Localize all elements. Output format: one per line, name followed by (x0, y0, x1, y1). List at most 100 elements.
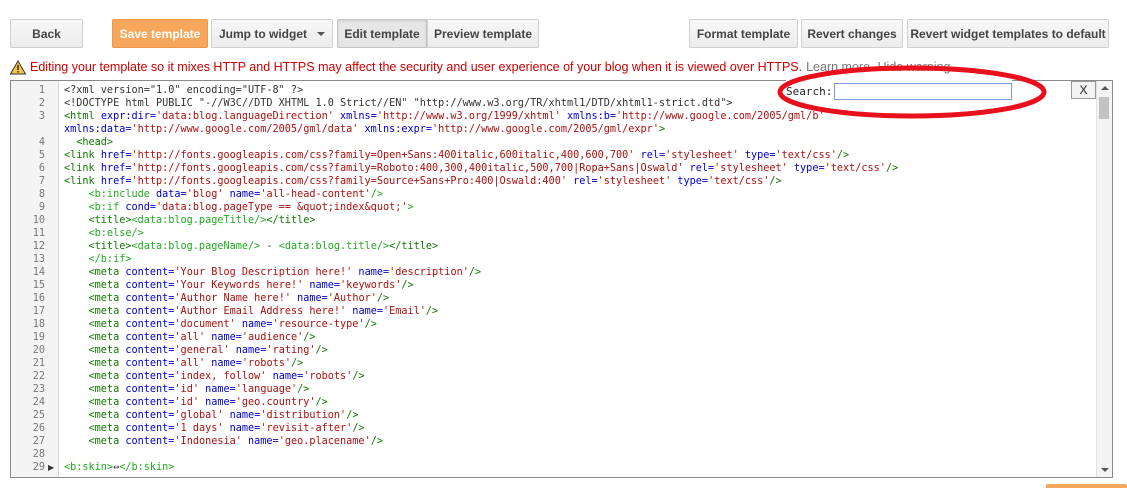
code-token: <data:blog.pageName/> (131, 241, 261, 252)
code-token: 'text/css' (775, 150, 837, 161)
line-number: 24 (32, 397, 45, 408)
line-number: 12 (32, 241, 45, 252)
back-button[interactable]: Back (10, 19, 83, 48)
code-token: 'Author Name here!' (174, 293, 291, 304)
line-number: 28 (32, 449, 45, 460)
code-token: cond= (125, 202, 157, 213)
code-token: content= (125, 358, 175, 369)
code-token: - (260, 241, 279, 252)
code-token: 'general' (174, 345, 230, 356)
code-token: type= (738, 150, 776, 161)
code-token: 'geo.country' (235, 397, 316, 408)
code-line: <b:include data='blog' name='all-head-co… (64, 188, 383, 201)
line-number: 20 (32, 345, 45, 356)
scroll-thumb[interactable] (1099, 97, 1109, 119)
code-token: 'http://fonts.googleapis.com/css?family=… (131, 176, 567, 187)
code-token: type= (787, 163, 825, 174)
jump-to-widget-dropdown[interactable]: Jump to widget (211, 19, 333, 48)
code-token: 'rating' (266, 345, 316, 356)
code-token: 'blog' (186, 189, 224, 200)
code-token: name= (352, 267, 390, 278)
scroll-down-icon[interactable] (1101, 468, 1109, 472)
code-line: <b:skin>↔</b:skin> (64, 461, 174, 474)
code-token: name= (346, 306, 383, 317)
code-token: /> (370, 189, 383, 200)
code-token: href= (100, 150, 132, 161)
code-line: <?xml version="1.0" encoding="UTF-8" ?> (64, 84, 303, 97)
revert-changes-button[interactable]: Revert changes (801, 19, 903, 48)
code-token: content= (125, 345, 175, 356)
code-token: <meta (64, 358, 126, 369)
code-token: content= (125, 384, 175, 395)
code-token: > (658, 124, 666, 135)
template-code-editor[interactable]: <?xml version="1.0" encoding="UTF-8" ?> <… (10, 80, 1113, 478)
partial-orange-button[interactable] (1046, 484, 1127, 488)
code-token: <b:else/> (64, 228, 144, 239)
line-number: 1 (38, 85, 45, 96)
code-token: /> (370, 436, 383, 447)
code-line: <title><data:blog.pageName/> - <data:blo… (64, 240, 439, 253)
code-token: name= (290, 293, 328, 304)
line-number: 14 (32, 267, 45, 278)
save-template-button[interactable]: Save template (112, 19, 208, 48)
code-token: 'id' (174, 397, 199, 408)
code-token: name= (303, 280, 341, 291)
code-token: 'Your Blog Description here!' (174, 267, 353, 278)
fold-arrow-icon[interactable]: ▶ (48, 461, 56, 474)
code-token: /> (290, 358, 304, 369)
code-token: /> (401, 280, 414, 291)
line-number: 2 (38, 98, 45, 109)
jump-to-widget-label: Jump to widget (219, 26, 307, 41)
code-token: 'robots' (303, 371, 353, 382)
line-number: 17 (32, 306, 45, 317)
code-token: </title> (266, 215, 316, 226)
code-token: <meta (64, 267, 126, 278)
code-token: 'robots' (241, 358, 291, 369)
code-token: 'http://www.w3.org/1999/xhtml' (376, 111, 561, 122)
line-number: 26 (32, 423, 45, 434)
code-line: <html expr:dir='data:blog.languageDirect… (64, 110, 825, 123)
code-token: 'http://www.google.com/2005/gml/data' (131, 124, 359, 135)
code-token: name= (223, 189, 261, 200)
learn-more-link[interactable]: Learn more. (806, 60, 873, 74)
code-token: href= (100, 163, 132, 174)
edit-template-button[interactable]: Edit template (337, 19, 427, 48)
line-number: 19 (32, 332, 45, 343)
code-line: <meta content='Author Name here!' name='… (64, 292, 390, 305)
code-line: <meta content='general' name='rating'/> (64, 344, 328, 357)
scroll-up-icon[interactable] (1101, 86, 1109, 90)
code-token: <meta (64, 384, 126, 395)
code-token: /> (425, 306, 439, 317)
line-number: 25 (32, 410, 45, 421)
code-token: 'stylesheet' (597, 176, 672, 187)
code-token: 'stylesheet' (714, 163, 788, 174)
https-warning: Editing your template so it mixes HTTP a… (10, 58, 950, 76)
revert-widgets-button[interactable]: Revert widget templates to default (907, 19, 1109, 48)
code-line: <meta content='id' name='geo.country'/> (64, 396, 328, 409)
code-line: <title><data:blog.pageTitle/></title> (64, 214, 316, 227)
code-token: <b:include (64, 189, 157, 200)
line-number: 15 (32, 280, 45, 291)
editor-scrollbar[interactable] (1096, 81, 1112, 477)
code-token: expr:dir= (100, 111, 157, 122)
code-token: 'global' (174, 410, 224, 421)
code-token: 'data:blog.pageType == &quot;index&quot;… (156, 202, 408, 213)
format-template-button[interactable]: Format template (689, 19, 798, 48)
code-token: 'http://www.google.com/2005/gml/b' (616, 111, 825, 122)
line-number: 16 (32, 293, 45, 304)
hide-warning-link[interactable]: Hide warning (878, 60, 951, 74)
code-token: <meta (64, 371, 126, 382)
search-close-button[interactable]: X (1071, 81, 1096, 99)
code-token: content= (125, 436, 175, 447)
preview-template-button[interactable]: Preview template (427, 19, 539, 48)
code-token: <meta (64, 410, 126, 421)
code-line: <meta content='Your Blog Description her… (64, 266, 482, 279)
search-input[interactable] (834, 82, 1013, 100)
code-token: name= (229, 345, 267, 356)
code-token: <meta (64, 332, 126, 343)
code-token: <html (64, 111, 101, 122)
code-token: 'text/css' (708, 176, 770, 187)
search-label: Search: (786, 84, 833, 98)
line-number: 11 (32, 228, 45, 239)
code-token: <link (64, 150, 101, 161)
